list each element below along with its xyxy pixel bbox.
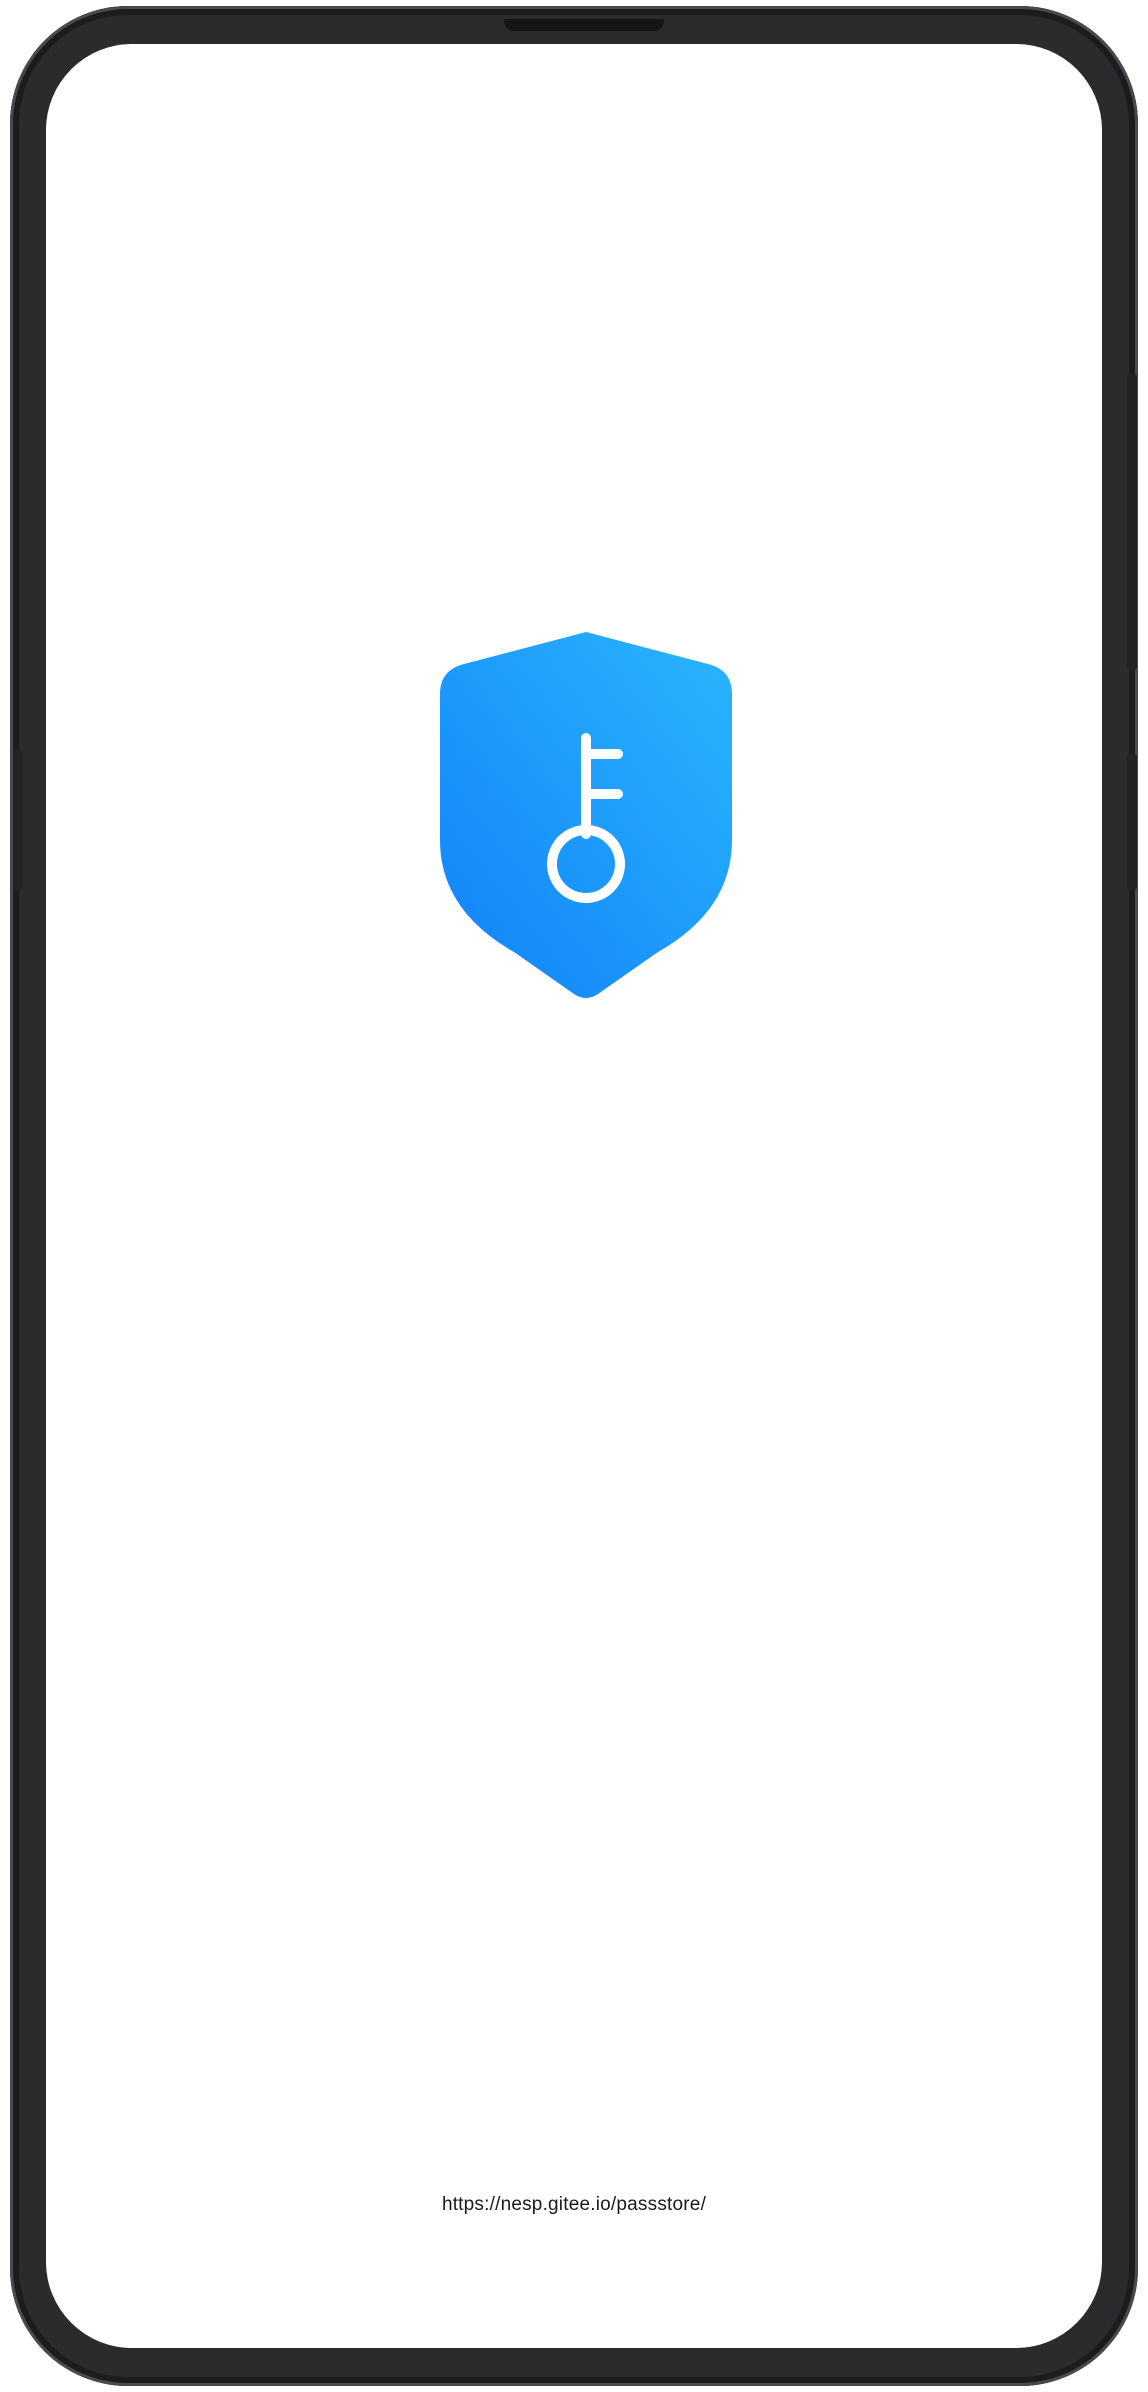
volume-button	[13, 750, 23, 890]
power-button	[1127, 754, 1137, 890]
earpiece-notch	[504, 19, 664, 31]
side-button-upper	[1127, 374, 1137, 670]
splash-screen: https://nesp.gitee.io/passstore/	[46, 44, 1102, 2348]
phone-frame: https://nesp.gitee.io/passstore/	[10, 6, 1138, 2386]
shield-key-icon	[438, 630, 734, 1002]
footer-url[interactable]: https://nesp.gitee.io/passstore/	[46, 2194, 1102, 2216]
